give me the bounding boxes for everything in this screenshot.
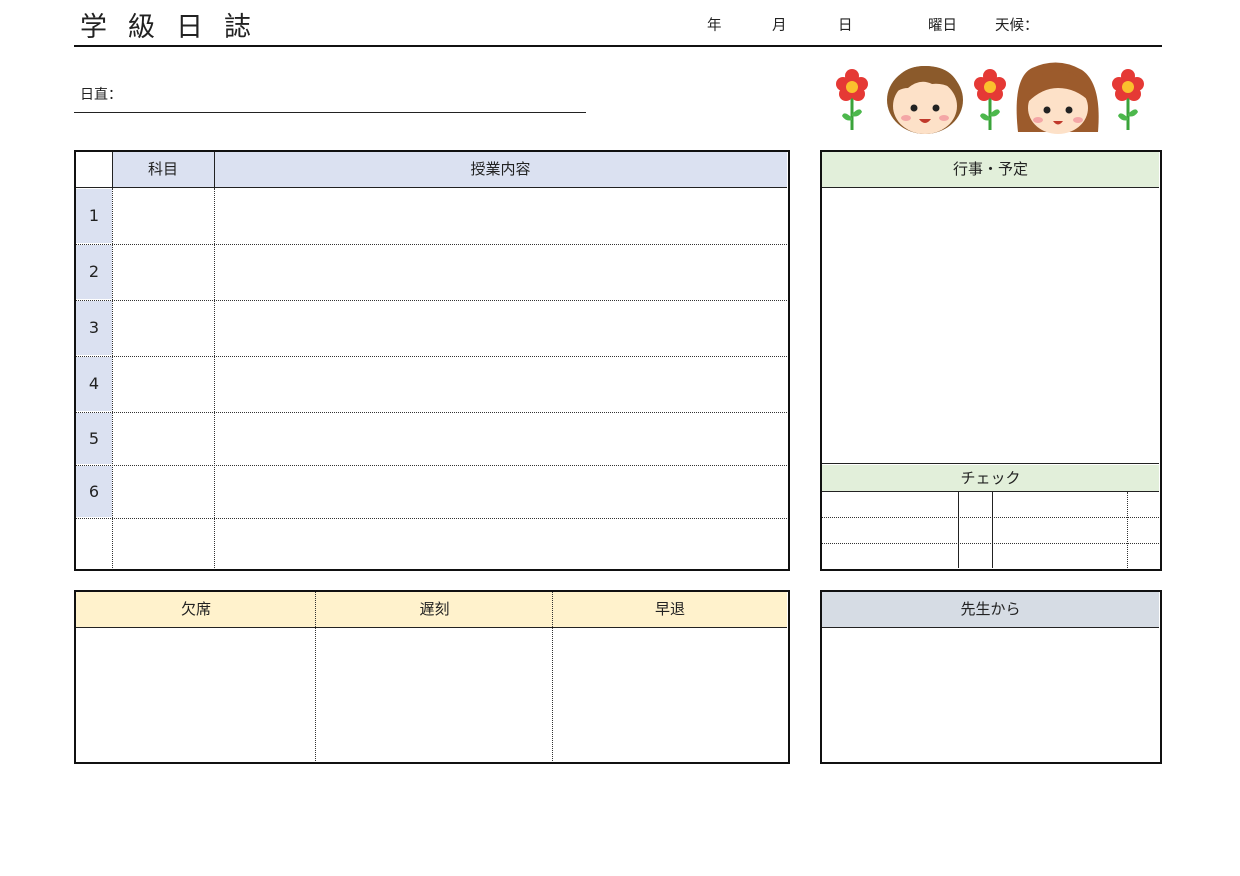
row-divider bbox=[76, 356, 787, 357]
events-header: 行事・予定 bbox=[822, 152, 1159, 187]
column-divider bbox=[214, 152, 215, 187]
header-divider bbox=[76, 627, 787, 628]
teacher-panel: 先生から bbox=[820, 590, 1162, 764]
header-divider bbox=[822, 187, 1159, 188]
page-title: 学級日誌 bbox=[80, 12, 272, 43]
duty-field-line[interactable] bbox=[74, 112, 586, 113]
period-number bbox=[76, 519, 112, 568]
day-label: 日 bbox=[838, 18, 853, 34]
period-number: 1 bbox=[76, 189, 112, 243]
column-divider bbox=[315, 592, 316, 761]
column-divider bbox=[552, 592, 553, 761]
row-divider bbox=[76, 244, 787, 245]
header-divider bbox=[822, 627, 1159, 628]
absence-header: 欠席 bbox=[76, 592, 316, 627]
duty-label: 日直： bbox=[80, 87, 122, 103]
teacher-header: 先生から bbox=[822, 592, 1159, 627]
year-label: 年 bbox=[707, 18, 722, 34]
weekday-label: 曜日 bbox=[928, 18, 957, 34]
row-divider bbox=[76, 518, 787, 519]
lesson-content-header: 授業内容 bbox=[214, 152, 787, 187]
boy-face-icon bbox=[887, 66, 963, 134]
check-header-divider bbox=[822, 491, 1159, 492]
section-divider bbox=[822, 463, 1159, 464]
month-label: 月 bbox=[772, 18, 787, 34]
events-area[interactable] bbox=[822, 189, 1159, 463]
column-divider bbox=[214, 188, 215, 568]
check-column-divider bbox=[958, 492, 959, 568]
check-row-divider bbox=[822, 543, 1159, 544]
row-divider bbox=[76, 412, 787, 413]
teacher-comment-area[interactable] bbox=[822, 629, 1159, 761]
period-number: 5 bbox=[76, 413, 112, 464]
flower-icon bbox=[1112, 69, 1144, 130]
corner-cell bbox=[76, 152, 112, 187]
header-divider bbox=[76, 187, 787, 188]
row-divider bbox=[76, 465, 787, 466]
events-panel: 行事・予定 チェック bbox=[820, 150, 1162, 571]
period-number: 3 bbox=[76, 301, 112, 355]
decoration-illustration bbox=[836, 62, 1144, 134]
period-number: 4 bbox=[76, 357, 112, 411]
period-number: 2 bbox=[76, 245, 112, 299]
flower-icon bbox=[974, 69, 1006, 130]
check-column-divider bbox=[992, 492, 993, 568]
subject-header: 科目 bbox=[112, 152, 214, 187]
period-number: 6 bbox=[76, 466, 112, 517]
column-divider bbox=[112, 152, 113, 187]
early-leave-header: 早退 bbox=[553, 592, 787, 627]
attendance-table: 欠席 遅刻 早退 bbox=[74, 590, 790, 764]
check-row-divider bbox=[822, 517, 1159, 518]
check-column-divider bbox=[1127, 492, 1128, 568]
weather-label: 天候： bbox=[995, 18, 1039, 34]
schedule-table: 科目 授業内容 1 2 3 4 5 6 bbox=[74, 150, 790, 571]
title-rule bbox=[74, 45, 1162, 47]
late-header: 遅刻 bbox=[316, 592, 553, 627]
column-divider bbox=[112, 188, 113, 568]
flower-icon bbox=[836, 69, 868, 130]
check-header: チェック bbox=[822, 465, 1159, 491]
row-divider bbox=[76, 300, 787, 301]
girl-face-icon bbox=[1016, 62, 1099, 134]
